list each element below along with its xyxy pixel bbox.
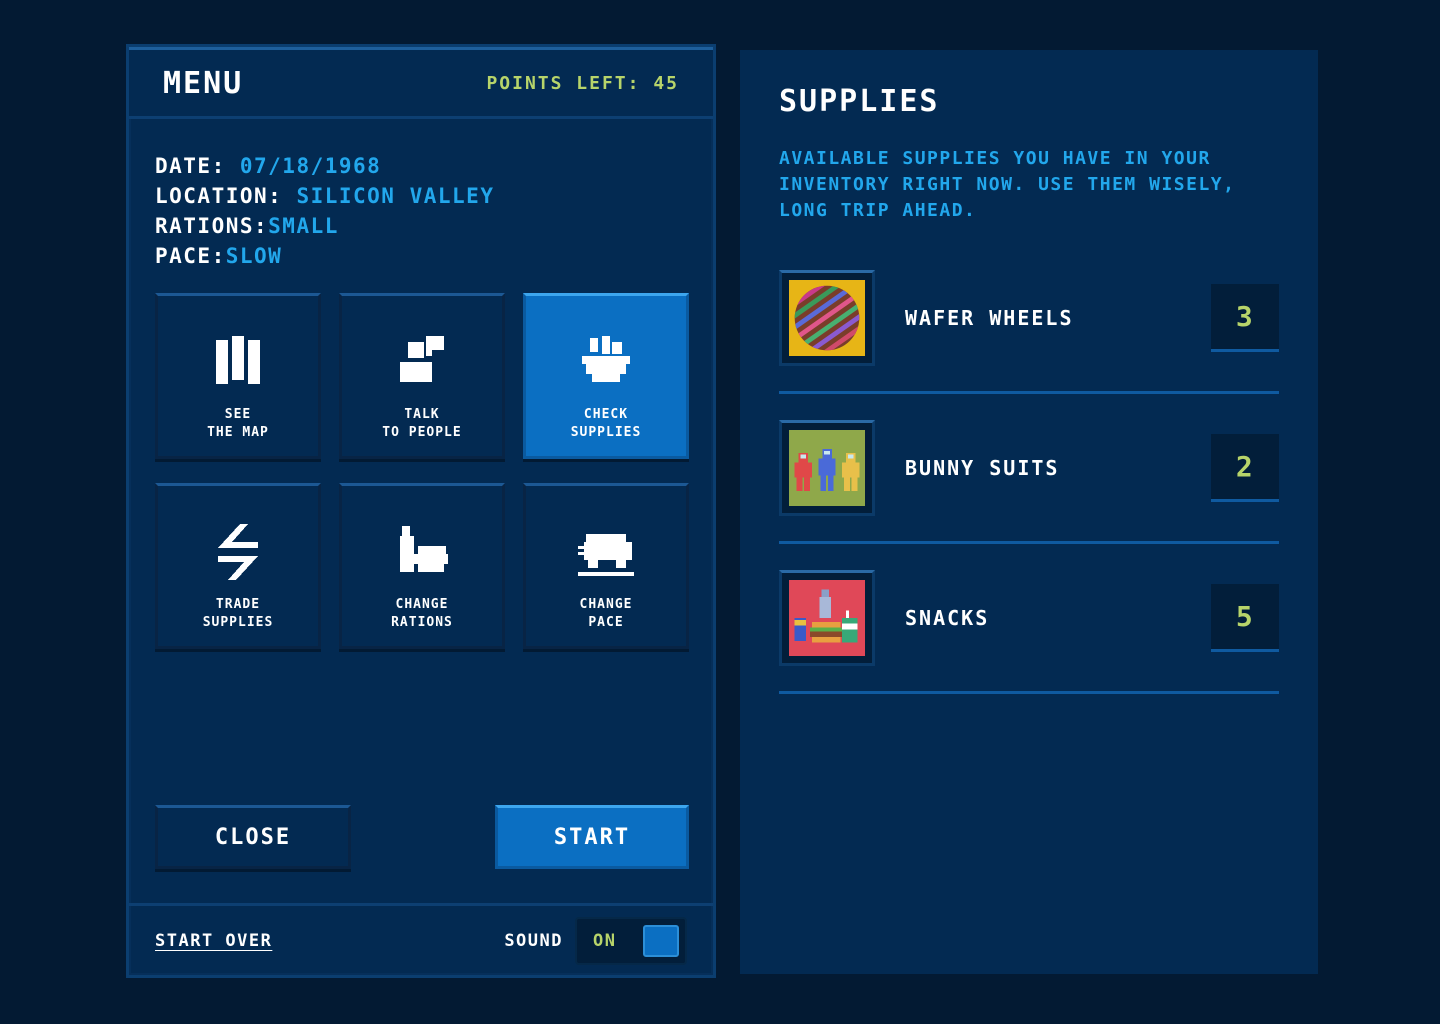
- status-rations: RATIONS:SMALL: [155, 211, 494, 241]
- supply-divider: [779, 391, 1279, 394]
- rations-value: SMALL: [268, 214, 339, 238]
- talk-to-people-label: TALK TO PEOPLE: [382, 407, 462, 440]
- location-value: SILICON VALLEY: [296, 184, 495, 208]
- trade-supplies-button[interactable]: TRADE SUPPLIES: [155, 483, 321, 649]
- see-map-label: SEE THE MAP: [207, 407, 269, 440]
- pace-label: PACE:: [155, 244, 226, 268]
- talk-icon: [400, 336, 444, 382]
- supply-quantity: 3: [1211, 284, 1279, 352]
- close-button[interactable]: CLOSE: [155, 805, 351, 869]
- menu-panel: MENU POINTS LEFT: 45 DATE: 07/18/1968 LO…: [126, 44, 716, 978]
- supply-item-bunny-suits: BUNNY SUITS 2: [779, 420, 1279, 570]
- rations-icon: [400, 526, 448, 572]
- pace-value: SLOW: [225, 244, 283, 268]
- supplies-title: SUPPLIES: [779, 84, 940, 119]
- start-button[interactable]: START: [495, 805, 689, 869]
- supply-quantity: 2: [1211, 434, 1279, 502]
- supply-item-wafer-wheels: WAFER WHEELS 3: [779, 270, 1279, 420]
- date-value: 07/18/1968: [239, 154, 382, 178]
- sound-toggle[interactable]: ON: [575, 916, 687, 965]
- change-pace-label: CHANGE PACE: [579, 597, 633, 630]
- status-date: DATE: 07/18/1968: [155, 151, 494, 181]
- trade-arrows-icon: [218, 524, 258, 580]
- status-block: DATE: 07/18/1968 LOCATION: SILICON VALLE…: [155, 151, 494, 271]
- start-over-link[interactable]: START OVER: [155, 931, 272, 951]
- menu-header: MENU POINTS LEFT: 45: [129, 47, 713, 119]
- talk-to-people-button[interactable]: TALK TO PEOPLE: [339, 293, 505, 459]
- see-map-button[interactable]: SEE THE MAP: [155, 293, 321, 459]
- bunny-suits-icon: [789, 430, 865, 506]
- supply-name: SNACKS: [905, 606, 990, 630]
- sound-toggle-knob[interactable]: [643, 924, 679, 957]
- status-location: LOCATION: SILICON VALLEY: [155, 181, 494, 211]
- rations-label: RATIONS:: [155, 214, 269, 238]
- check-supplies-label: CHECK SUPPLIES: [570, 407, 642, 440]
- menu-footer: START OVER SOUND ON: [129, 903, 713, 975]
- map-icon: [216, 336, 260, 384]
- change-rations-label: CHANGE RATIONS: [391, 597, 453, 630]
- supply-thumbnail: [779, 570, 875, 666]
- supply-quantity: 5: [1211, 584, 1279, 652]
- change-rations-button[interactable]: CHANGE RATIONS: [339, 483, 505, 649]
- date-label: DATE:: [155, 154, 226, 178]
- supplies-panel: SUPPLIES AVAILABLE SUPPLIES YOU HAVE IN …: [740, 50, 1318, 974]
- points-left: POINTS LEFT: 45: [486, 72, 679, 94]
- van-icon: [578, 534, 634, 576]
- supply-thumbnail: [779, 270, 875, 366]
- supply-thumbnail: [779, 420, 875, 516]
- snacks-icon: [789, 580, 865, 656]
- action-grid: SEE THE MAP TALK TO PEOPLE CHECK SUPPLIE: [155, 293, 689, 649]
- supplies-bowl-icon: [582, 336, 630, 382]
- sound-label: SOUND: [504, 930, 563, 951]
- supplies-description: AVAILABLE SUPPLIES YOU HAVE IN YOUR INVE…: [779, 148, 1236, 221]
- supply-item-snacks: SNACKS 5: [779, 570, 1279, 720]
- supply-divider: [779, 541, 1279, 544]
- sound-state: ON: [593, 930, 617, 951]
- sound-group: SOUND ON: [504, 916, 687, 965]
- status-pace: PACE:SLOW: [155, 241, 494, 271]
- supply-name: WAFER WHEELS: [905, 306, 1074, 330]
- check-supplies-button[interactable]: CHECK SUPPLIES: [523, 293, 689, 459]
- menu-title: MENU: [163, 65, 244, 101]
- wafer-wheel-icon: [789, 280, 865, 356]
- change-pace-button[interactable]: CHANGE PACE: [523, 483, 689, 649]
- trade-supplies-label: TRADE SUPPLIES: [202, 597, 274, 630]
- supply-divider: [779, 691, 1279, 694]
- supply-name: BUNNY SUITS: [905, 456, 1060, 480]
- location-label: LOCATION:: [155, 184, 283, 208]
